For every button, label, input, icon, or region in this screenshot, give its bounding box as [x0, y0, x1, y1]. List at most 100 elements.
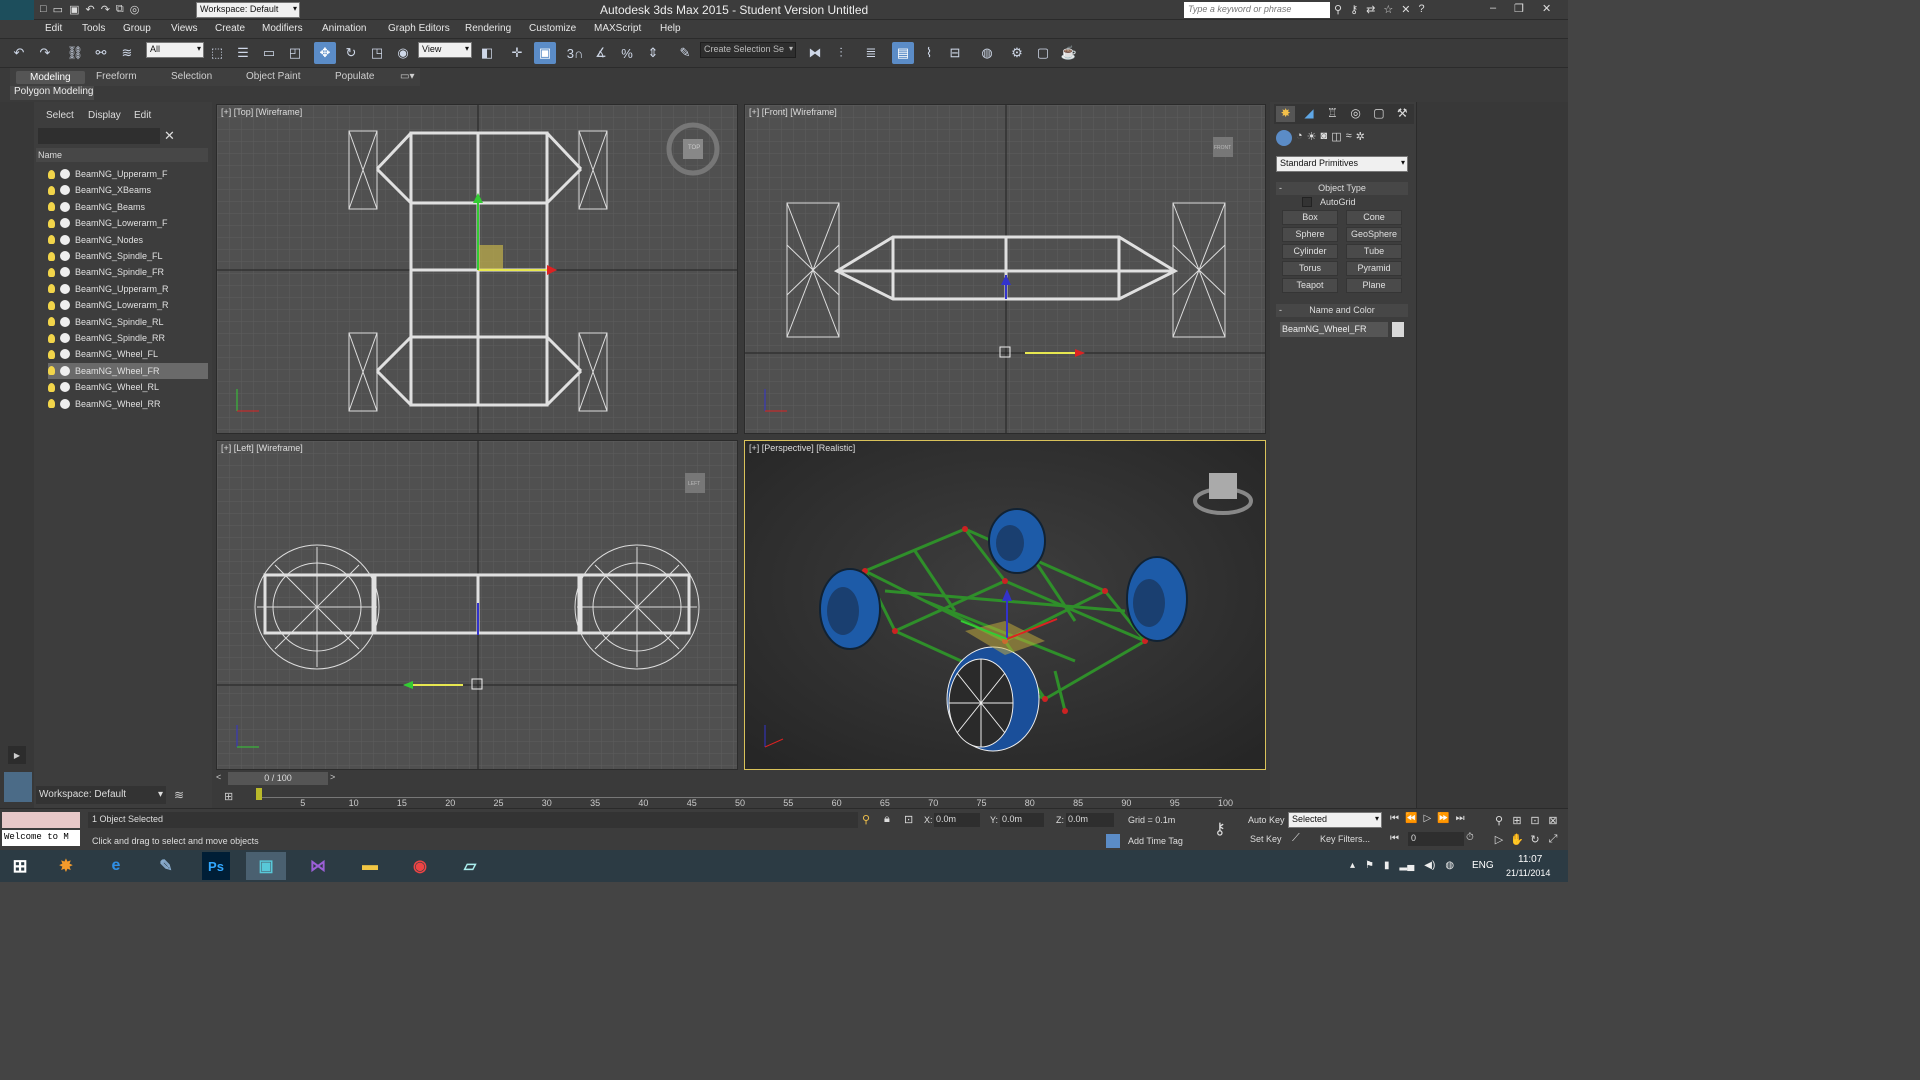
- display-tab-icon[interactable]: ▢: [1369, 106, 1388, 122]
- current-frame-field[interactable]: 0: [1408, 832, 1464, 846]
- freeze-icon[interactable]: [60, 382, 70, 393]
- material-editor-icon[interactable]: ◍: [976, 42, 998, 64]
- schematic-view-icon[interactable]: ⊟: [944, 42, 966, 64]
- scene-object-row[interactable]: BeamNG_Wheel_RR: [48, 396, 208, 412]
- set-key-button[interactable]: Set Key: [1250, 834, 1282, 844]
- binoculars-icon[interactable]: ⚲: [1334, 3, 1342, 16]
- viewcube-left-label[interactable]: LEFT: [688, 481, 700, 487]
- light-bulb-icon[interactable]: [48, 349, 55, 359]
- menu-rendering[interactable]: Rendering: [465, 23, 511, 34]
- light-bulb-icon[interactable]: [48, 235, 55, 245]
- x-coordinate-field[interactable]: 0.0m: [934, 813, 980, 827]
- file-explorer-icon[interactable]: ▬: [350, 852, 390, 880]
- save-icon[interactable]: ▣: [69, 3, 79, 16]
- scene-object-row[interactable]: BeamNG_Spindle_RR: [48, 330, 208, 346]
- move-icon[interactable]: ✥: [314, 42, 336, 64]
- paint-icon[interactable]: ✎: [146, 852, 186, 880]
- scene-object-row[interactable]: BeamNG_Wheel_FR: [48, 362, 208, 379]
- select-by-name-icon[interactable]: ☰: [232, 42, 254, 64]
- render-frame-window-icon[interactable]: ▢: [1032, 42, 1054, 64]
- auto-key-button[interactable]: Auto Key: [1248, 815, 1285, 825]
- render-setup-icon[interactable]: ⚙: [1006, 42, 1028, 64]
- menu-tools[interactable]: Tools: [82, 23, 105, 34]
- freeze-icon[interactable]: [60, 169, 70, 179]
- name-and-color-rollout[interactable]: - Name and Color: [1276, 304, 1408, 317]
- viewport-top[interactable]: [+] [Top] [Wireframe] TOP: [216, 104, 738, 434]
- search-input[interactable]: Type a keyword or phrase: [1184, 2, 1330, 18]
- viewport-left[interactable]: [+] [Left] [Wireframe] LEFT: [216, 440, 738, 770]
- exchange-icon[interactable]: ⇄: [1366, 3, 1375, 16]
- explorer-search-input[interactable]: [38, 128, 160, 144]
- input-language[interactable]: ENG: [1472, 860, 1494, 871]
- explorer-tab-display[interactable]: Display: [88, 110, 121, 121]
- workspace-selector[interactable]: Workspace: Default ▾: [36, 786, 166, 804]
- light-bulb-icon[interactable]: [48, 251, 55, 261]
- set-key-key-icon[interactable]: ⚷: [1214, 819, 1226, 839]
- viewport-layout-icon[interactable]: [4, 772, 32, 802]
- menu-animation[interactable]: Animation: [322, 23, 366, 34]
- minimize-button[interactable]: –: [1490, 2, 1496, 14]
- named-selection-sets-dropdown[interactable]: Create Selection Se ▾: [700, 42, 796, 58]
- light-bulb-icon[interactable]: [48, 169, 55, 179]
- play-icon[interactable]: ▷: [1423, 813, 1431, 824]
- object-color-swatch[interactable]: [1392, 322, 1404, 337]
- freeze-icon[interactable]: [60, 365, 70, 376]
- flag-icon[interactable]: ⚑: [1365, 860, 1374, 871]
- light-bulb-icon[interactable]: [48, 284, 55, 294]
- polygon-modeling-panel[interactable]: Polygon Modeling: [10, 86, 94, 100]
- cone-button[interactable]: Cone: [1346, 210, 1402, 225]
- open-icon[interactable]: ▭: [53, 3, 63, 16]
- viewcube-top-label[interactable]: TOP: [688, 145, 700, 151]
- viewport-perspective[interactable]: [+] [Perspective] [Realistic]: [744, 440, 1266, 770]
- menu-modifiers[interactable]: Modifiers: [262, 23, 303, 34]
- next-frame-icon[interactable]: ⏩: [1437, 813, 1449, 824]
- orbit-icon[interactable]: ↻: [1526, 830, 1544, 848]
- helpers-icon[interactable]: ◫: [1331, 130, 1341, 150]
- absolute-mode-icon[interactable]: ⊡: [904, 813, 913, 826]
- ribbon-options-icon[interactable]: ▭▾: [400, 71, 414, 82]
- reference-coordinate-dropdown[interactable]: View ▾: [418, 42, 472, 58]
- placement-icon[interactable]: ◉: [392, 42, 414, 64]
- menu-create[interactable]: Create: [215, 23, 245, 34]
- time-tag-icon[interactable]: [1106, 834, 1120, 848]
- autogrid-checkbox[interactable]: [1302, 197, 1312, 207]
- zoom-extents-all-icon[interactable]: ⊠: [1544, 811, 1562, 829]
- scene-object-row[interactable]: BeamNG_Nodes: [48, 232, 208, 248]
- scene-object-row[interactable]: BeamNG_Spindle_RL: [48, 314, 208, 330]
- scene-object-row[interactable]: BeamNG_XBeams: [48, 182, 208, 198]
- tab-populate[interactable]: Populate: [335, 71, 374, 82]
- selection-lock-icon[interactable]: 🔒︎: [884, 813, 890, 826]
- utilities-tab-icon[interactable]: ⚒: [1393, 106, 1412, 122]
- zoom-extents-icon[interactable]: ⊡: [1526, 811, 1544, 829]
- object-type-rollout[interactable]: - Object Type: [1276, 182, 1408, 195]
- scene-object-row[interactable]: BeamNG_Wheel_FL: [48, 346, 208, 362]
- viewport-label-perspective[interactable]: [+] [Perspective] [Realistic]: [749, 443, 855, 453]
- unlink-icon[interactable]: ⚯: [90, 42, 112, 64]
- zoom-all-icon[interactable]: ⊞: [1508, 811, 1526, 829]
- maxscript-listener-top[interactable]: [2, 812, 80, 828]
- select-manipulate-icon[interactable]: ✛: [506, 42, 528, 64]
- scene-object-row[interactable]: BeamNG_Upperarm_F: [48, 166, 208, 182]
- current-frame-marker[interactable]: [256, 788, 262, 800]
- menu-group[interactable]: Group: [123, 23, 151, 34]
- windows-start-icon[interactable]: ⊞: [0, 852, 40, 880]
- edit-named-selection-icon[interactable]: ✎: [674, 42, 696, 64]
- cameras-icon[interactable]: ◙: [1321, 130, 1328, 150]
- hold-icon[interactable]: ⧉: [116, 3, 124, 16]
- clock-time[interactable]: 11:07: [1518, 854, 1542, 865]
- app-sun-icon[interactable]: ✸: [46, 852, 86, 880]
- scene-object-row[interactable]: BeamNG_Upperarm_R: [48, 281, 208, 297]
- explorer-tab-select[interactable]: Select: [46, 110, 74, 121]
- light-bulb-icon[interactable]: [48, 218, 55, 228]
- clear-search-icon[interactable]: ✕: [164, 128, 175, 144]
- teapot-button[interactable]: Teapot: [1282, 278, 1338, 293]
- freeze-icon[interactable]: [60, 267, 70, 278]
- previous-frame-icon[interactable]: ⏪: [1405, 813, 1417, 824]
- lights-icon[interactable]: ☀: [1307, 130, 1317, 150]
- menu-help[interactable]: Help: [660, 23, 681, 34]
- freeze-icon[interactable]: [60, 251, 70, 261]
- light-bulb-icon[interactable]: [48, 399, 55, 409]
- mini-curve-editor-icon[interactable]: ⊞: [224, 790, 233, 803]
- modify-tab-icon[interactable]: ◢: [1299, 106, 1318, 122]
- menu-edit[interactable]: Edit: [45, 23, 62, 34]
